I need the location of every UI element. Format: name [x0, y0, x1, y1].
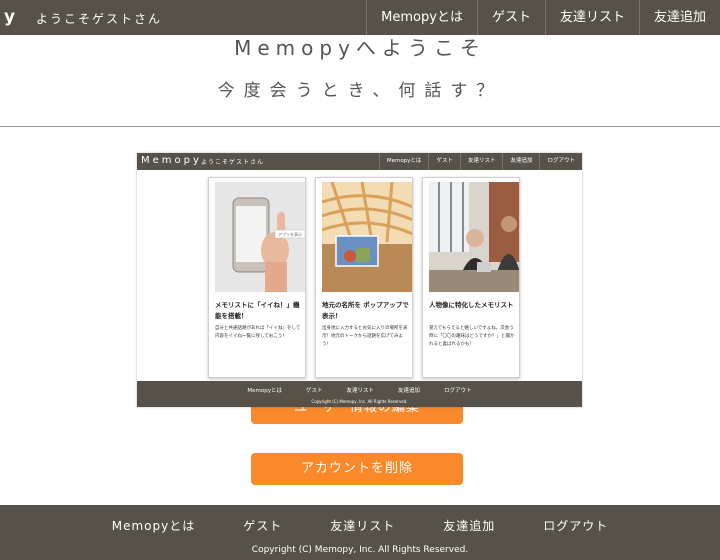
footer-link-about[interactable]: Memopyとは: [112, 517, 196, 534]
feature-card-person: 人物像に特化したメモリスト 覚えてもらえると嬉しいですよね。次会う時に「〇〇の趣…: [422, 177, 520, 378]
site-preview-image: Memopy ようこそゲストさん Memopyとは ゲスト 友達リスト 友達追加…: [137, 153, 582, 407]
preview-footer-link-friend-list: 友達リスト: [346, 388, 375, 394]
preview-nav-item-friend-list: 友達リスト: [459, 153, 503, 170]
page-footer: Memopyとは ゲスト 友達リスト 友達追加 ログアウト Copyright …: [0, 505, 720, 560]
preview-nav-item-logout: ログアウト: [539, 153, 582, 170]
footer-link-logout[interactable]: ログアウト: [543, 517, 608, 534]
nav-item-friend-list[interactable]: 友達リスト: [544, 0, 639, 35]
welcome-text: ようこそゲストさん: [36, 12, 163, 26]
preview-footer-link-logout: ログアウト: [444, 388, 472, 394]
preview-logo: Memopy: [141, 155, 202, 166]
card-description: 覚えてもらえると嬉しいですよね。次会う時に「〇〇の趣味はどうですか？」と聞かれる…: [429, 326, 515, 347]
page-root: y ようこそゲストさん Memopyとは ゲスト 友達リスト 友達追加 Memo…: [0, 0, 720, 560]
top-nav-menu: Memopyとは ゲスト 友達リスト 友達追加: [366, 0, 720, 35]
nav-item-about[interactable]: Memopyとは: [366, 0, 477, 35]
card-title: 地元の名所を ポップアップで表示！: [322, 301, 409, 320]
preview-navbar: Memopy ようこそゲストさん Memopyとは ゲスト 友達リスト 友達追加…: [137, 153, 582, 170]
footer-links: Memopyとは ゲスト 友達リスト 友達追加 ログアウト: [0, 517, 720, 534]
card-description: 自分と共通話題があれば「イイね」をして 内容をイイね一覧に残しておこう！: [215, 326, 301, 339]
cafe-people-photo: [429, 182, 519, 292]
preview-footer-link-add-friend: 友達追加: [398, 388, 421, 394]
delete-account-button[interactable]: アカウントを削除: [251, 453, 463, 485]
preview-footer-links: Memopyとは ゲスト 友達リスト 友達追加 ログアウト: [137, 386, 582, 394]
architecture-photo: [322, 182, 412, 292]
footer-copyright: Copyright (C) Memopy, Inc. All Rights Re…: [251, 545, 469, 555]
nav-item-add-friend[interactable]: 友達追加: [638, 0, 720, 35]
card-title: 人物像に特化したメモリスト: [429, 301, 514, 309]
footer-link-guest[interactable]: ゲスト: [243, 517, 282, 534]
preview-footer-link-guest: ゲスト: [306, 388, 323, 394]
footer-link-friend-list[interactable]: 友達リスト: [330, 517, 395, 534]
top-navbar: y ようこそゲストさん Memopyとは ゲスト 友達リスト 友達追加: [0, 0, 720, 35]
preview-welcome-text: ようこそゲストさん: [201, 159, 265, 166]
preview-nav-item-about: Memopyとは: [378, 153, 429, 170]
preview-footer-link-about: Memopyとは: [247, 388, 283, 394]
preview-footer-copyright: Copyright (C) Memopy, Inc. All Rights Re…: [311, 399, 408, 404]
phone-thumbs-up-photo: アプリを表示: [215, 182, 305, 292]
preview-nav-menu: Memopyとは ゲスト 友達リスト 友達追加 ログアウト: [378, 153, 582, 170]
feature-card-like: アプリを表示 メモリストに「イイね！」機能を搭載！ 自分と共通話題があれば「イイ…: [208, 177, 306, 378]
footer-link-add-friend[interactable]: 友達追加: [443, 517, 495, 534]
section-divider: [0, 126, 720, 127]
feature-card-landmark: 地元の名所を ポップアップで表示！ 出身地に入力するとお気に入りの場所を表示！地…: [315, 177, 413, 378]
site-logo[interactable]: y: [4, 7, 17, 27]
card-description: 出身地に入力するとお気に入りの場所を表示！地元のトークから話題を広げてみよう！: [322, 326, 408, 347]
card-badge: アプリを表示: [278, 231, 302, 237]
preview-nav-item-add-friend: 友達追加: [502, 153, 539, 170]
nav-item-guest[interactable]: ゲスト: [476, 0, 545, 35]
hero-title: Memopyへようこそ: [234, 36, 486, 60]
hero-subtitle: 今度会うとき、何話す？: [217, 81, 503, 101]
preview-nav-item-guest: ゲスト: [428, 153, 460, 170]
feature-cards: アプリを表示 メモリストに「イイね！」機能を搭載！ 自分と共通話題があれば「イイ…: [208, 177, 523, 378]
preview-footer: Memopyとは ゲスト 友達リスト 友達追加 ログアウト Copyright …: [137, 381, 582, 407]
card-title: メモリストに「イイね！」機能を搭載！: [215, 301, 300, 320]
